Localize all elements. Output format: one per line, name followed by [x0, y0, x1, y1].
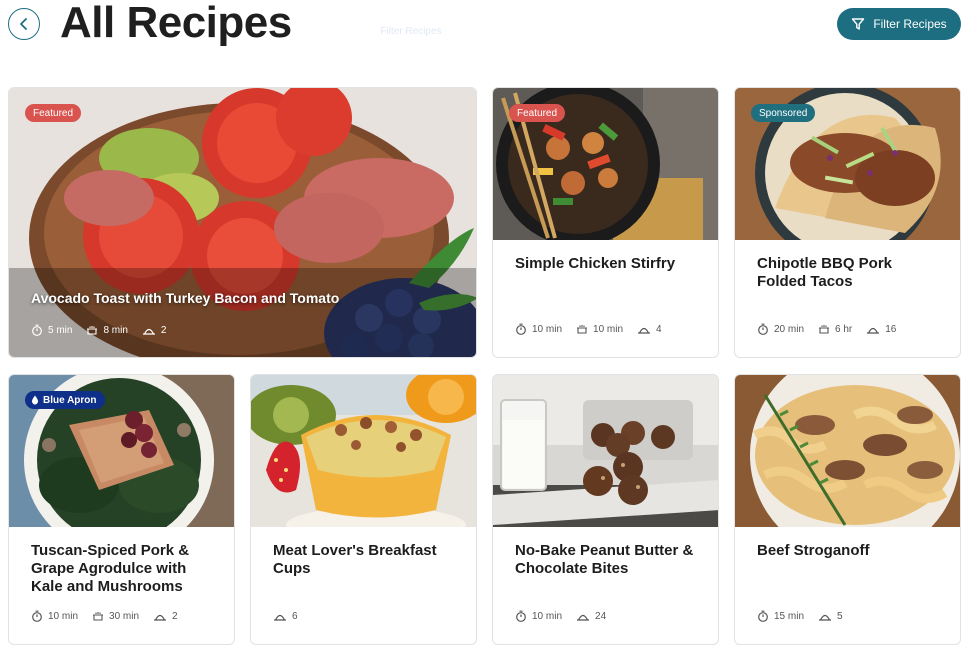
recipe-title: Avocado Toast with Turkey Bacon and Toma…: [31, 290, 340, 306]
stopwatch-icon: [758, 323, 768, 335]
recipe-meta: 20 min 6 hr 16: [757, 323, 896, 335]
recipe-meta: 10 min 10 min 4: [515, 323, 662, 335]
servings: 6: [273, 610, 298, 622]
recipe-title: Beef Stroganoff: [757, 542, 870, 559]
pot-icon: [819, 325, 830, 334]
servings: 4: [637, 323, 662, 335]
recipe-meta: 10 min 30 min 2: [31, 610, 178, 622]
recipe-card-beef-stroganoff[interactable]: Beef Stroganoff 15 min 5: [734, 374, 961, 645]
serving-dome-icon: [154, 614, 167, 621]
recipe-meta: 15 min 5: [757, 610, 843, 622]
prep-time: 10 min: [515, 323, 562, 335]
cook-time: 30 min: [92, 610, 139, 622]
featured-badge: Featured: [25, 104, 82, 122]
back-button[interactable]: [8, 8, 40, 40]
prep-time: 15 min: [757, 610, 804, 622]
filter-recipes-button[interactable]: Filter Recipes: [837, 8, 961, 40]
sponsored-badge: Sponsored: [751, 104, 816, 122]
servings: 5: [818, 610, 843, 622]
recipe-image: [251, 375, 476, 527]
prep-time: 10 min: [31, 610, 78, 622]
blue-apron-logo-icon: [31, 395, 39, 405]
recipe-card-chipotle-tacos[interactable]: Sponsored Chipotle BBQ Pork Folded Tacos…: [734, 87, 961, 358]
servings: 16: [866, 323, 896, 335]
filter-icon: [852, 18, 865, 30]
serving-dome-icon: [867, 327, 880, 334]
recipe-title: Meat Lover's Breakfast Cups: [273, 542, 437, 577]
serving-dome-icon: [819, 614, 832, 621]
stopwatch-icon: [32, 324, 42, 336]
serving-dome-icon: [638, 327, 651, 334]
stopwatch-icon: [32, 610, 42, 622]
serving-dome-icon: [142, 328, 155, 335]
serving-dome-icon: [274, 614, 286, 621]
recipe-image: [9, 88, 476, 357]
pot-icon: [93, 612, 104, 621]
stopwatch-icon: [758, 610, 768, 622]
cook-time: 6 hr: [818, 323, 852, 335]
prep-time: 20 min: [757, 323, 804, 335]
recipe-title: Simple Chicken Stirfry: [515, 255, 676, 272]
recipe-card-no-bake-bites[interactable]: No-Bake Peanut Butter & Chocolate Bites …: [492, 374, 719, 645]
recipe-title: Tuscan-Spiced Pork & Grape Agrodulce wit…: [31, 542, 190, 595]
recipe-image: [735, 375, 960, 527]
prep-time: 5 min: [31, 324, 72, 336]
prep-time: 10 min: [515, 610, 562, 622]
cook-time: 8 min: [86, 324, 128, 336]
stopwatch-icon: [516, 610, 526, 622]
filter-label: Filter Recipes: [873, 17, 947, 31]
pot-icon: [577, 325, 588, 334]
ghost-filter-artifact: Filter Recipes: [380, 26, 442, 37]
servings: 2: [142, 324, 166, 336]
servings: 2: [153, 610, 178, 622]
recipe-card-tuscan-pork[interactable]: Blue Apron Tuscan-Spiced Pork & Grape Ag…: [8, 374, 235, 645]
blue-apron-badge: Blue Apron: [25, 391, 105, 409]
recipe-image: [493, 375, 718, 527]
recipe-meta: 10 min 24: [515, 610, 606, 622]
page-title: All Recipes: [60, 0, 292, 47]
stopwatch-icon: [516, 323, 526, 335]
cook-time: 10 min: [576, 323, 623, 335]
recipe-card-chicken-stirfry[interactable]: Featured Simple Chicken Stirfry 10 min 1…: [492, 87, 719, 358]
chevron-left-icon: [20, 18, 27, 30]
recipe-meta: 6: [273, 610, 298, 622]
serving-dome-icon: [577, 614, 590, 621]
featured-badge: Featured: [509, 104, 566, 122]
recipe-meta: 5 min 8 min 2: [31, 324, 166, 336]
servings: 24: [576, 610, 606, 622]
pot-icon: [87, 326, 98, 335]
recipe-card-breakfast-cups[interactable]: Meat Lover's Breakfast Cups 6: [250, 374, 477, 645]
recipe-card-avocado-toast[interactable]: Featured Avocado Toast with Turkey Bacon…: [8, 87, 477, 358]
recipe-title: No-Bake Peanut Butter & Chocolate Bites: [515, 542, 694, 577]
recipe-title: Chipotle BBQ Pork Folded Tacos: [757, 255, 893, 290]
